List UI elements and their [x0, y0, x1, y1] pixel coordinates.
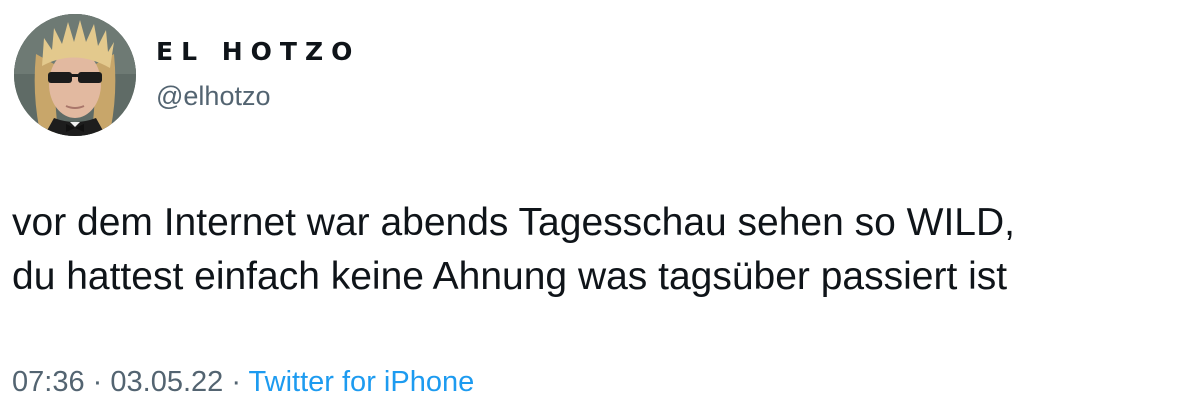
- meta-separator: ·: [92, 366, 103, 398]
- user-handle[interactable]: @elhotzo: [156, 79, 270, 113]
- tweet-text: vor dem Internet war abends Tagesschau s…: [12, 196, 1202, 304]
- tweet-source-link[interactable]: Twitter for iPhone: [249, 366, 475, 398]
- tweet-time[interactable]: 07:36: [12, 366, 85, 398]
- avatar[interactable]: [14, 14, 136, 136]
- tweet-text-line: vor dem Internet war abends Tagesschau s…: [12, 201, 1015, 244]
- tweet-date[interactable]: 03.05.22: [110, 366, 223, 398]
- tweet-card: EL HOTZO @elhotzo vor dem Internet war a…: [0, 0, 1204, 420]
- meta-separator: ·: [231, 366, 241, 398]
- avatar-image: [14, 14, 136, 136]
- tweet-text-line: du hattest einfach keine Ahnung was tags…: [12, 255, 1008, 298]
- tweet-meta: 07:36 · 03.05.22 · Twitter for iPhone: [12, 364, 474, 400]
- display-name[interactable]: EL HOTZO: [156, 36, 360, 68]
